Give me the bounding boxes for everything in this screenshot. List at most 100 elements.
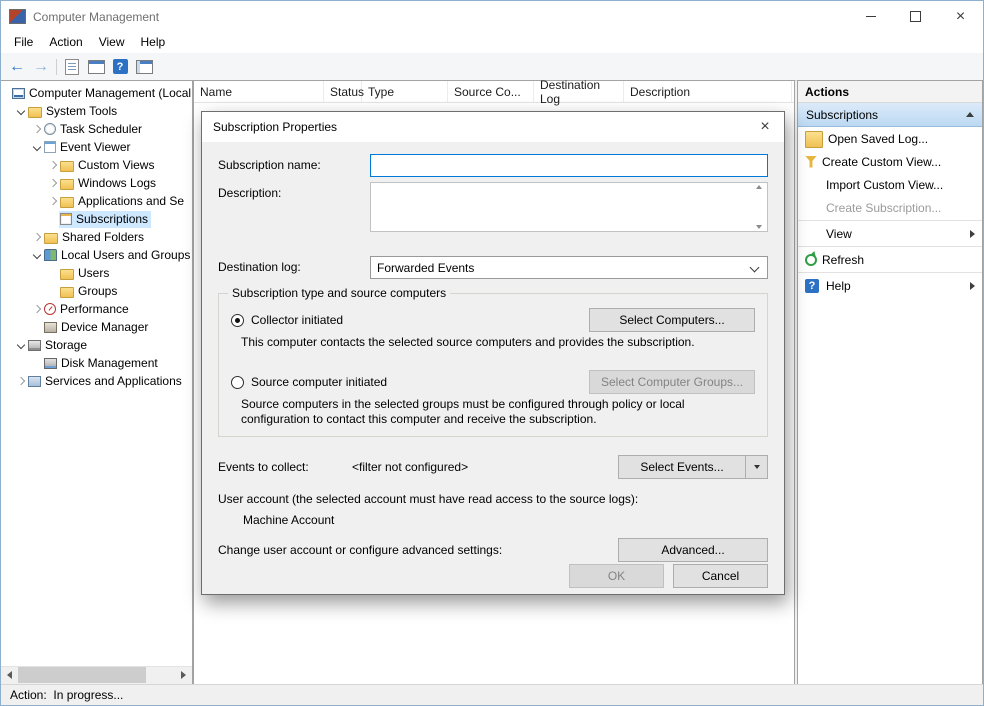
collector-initiated-radio[interactable] bbox=[231, 314, 244, 327]
source-initiated-radio[interactable] bbox=[231, 376, 244, 389]
menu-action[interactable]: Action bbox=[41, 32, 90, 53]
advanced-row: Change user account or configure advance… bbox=[218, 538, 768, 562]
expand-chevron-icon[interactable] bbox=[30, 229, 43, 245]
column-header-type[interactable]: Type bbox=[362, 81, 448, 102]
scroll-down-icon[interactable] bbox=[756, 225, 762, 229]
column-header-label: Type bbox=[368, 85, 394, 99]
column-header-name[interactable]: Name bbox=[194, 81, 324, 102]
titlebar[interactable]: Computer Management bbox=[1, 1, 983, 32]
column-header-status[interactable]: Status bbox=[324, 81, 362, 102]
scroll-up-icon[interactable] bbox=[756, 185, 762, 189]
show-action-pane-button[interactable] bbox=[132, 56, 156, 78]
expand-chevron-icon[interactable] bbox=[46, 175, 59, 191]
select-computer-groups-button: Select Computer Groups... bbox=[589, 370, 755, 394]
maximize-button[interactable] bbox=[893, 1, 938, 32]
scroll-right-button[interactable] bbox=[175, 667, 192, 683]
close-button[interactable] bbox=[938, 1, 983, 32]
collapse-chevron-icon[interactable] bbox=[30, 247, 43, 263]
tree-item-device-manager[interactable]: Device Manager bbox=[1, 318, 192, 336]
column-header-source-computers[interactable]: Source Co... bbox=[448, 81, 534, 102]
export-list-button[interactable] bbox=[60, 56, 84, 78]
close-icon bbox=[760, 119, 769, 135]
destination-log-select[interactable]: Forwarded Events bbox=[370, 256, 768, 279]
action-item-import-custom-view[interactable]: Import Custom View... bbox=[798, 173, 982, 196]
help-button[interactable] bbox=[108, 56, 132, 78]
cancel-button[interactable]: Cancel bbox=[673, 564, 768, 588]
submenu-arrow-icon bbox=[970, 230, 975, 238]
dialog-title: Subscription Properties bbox=[202, 120, 337, 134]
action-item-open-saved-log[interactable]: Open Saved Log... bbox=[798, 127, 982, 150]
dialog-buttons: OK Cancel bbox=[569, 564, 768, 588]
expander-spacer bbox=[30, 319, 43, 335]
expand-chevron-icon[interactable] bbox=[30, 121, 43, 137]
app-logs-icon bbox=[60, 197, 74, 208]
actions-list: Open Saved Log...Create Custom View...Im… bbox=[798, 127, 982, 297]
tree-item-label: Shared Folders bbox=[62, 230, 144, 244]
forward-button[interactable] bbox=[29, 56, 53, 78]
tree-item-label: Computer Management (Local bbox=[29, 86, 191, 100]
select-events-button[interactable]: Select Events... bbox=[618, 455, 768, 479]
tree-item-disk-management[interactable]: Disk Management bbox=[1, 354, 192, 372]
refresh-icon bbox=[805, 254, 817, 266]
expand-chevron-icon[interactable] bbox=[46, 157, 59, 173]
actions-section-subscriptions[interactable]: Subscriptions bbox=[798, 103, 982, 127]
select-computers-button[interactable]: Select Computers... bbox=[589, 308, 755, 332]
tree-item-custom-views[interactable]: Custom Views bbox=[1, 156, 192, 174]
textarea-scrollbar[interactable] bbox=[753, 185, 765, 229]
subscription-name-input[interactable] bbox=[370, 154, 768, 177]
collapse-chevron-icon[interactable] bbox=[14, 103, 27, 119]
tree-item-applications-and-services-logs[interactable]: Applications and Se bbox=[1, 192, 192, 210]
select-events-dropdown[interactable] bbox=[745, 456, 767, 478]
tree-item-event-viewer[interactable]: Event Viewer bbox=[1, 138, 192, 156]
tree-item-groups[interactable]: Groups bbox=[1, 282, 192, 300]
expand-chevron-icon[interactable] bbox=[14, 373, 27, 389]
tree-item-services-and-applications[interactable]: Services and Applications bbox=[1, 372, 192, 390]
advanced-button[interactable]: Advanced... bbox=[618, 538, 768, 562]
tree-item-storage[interactable]: Storage bbox=[1, 336, 192, 354]
tree-item-system-tools[interactable]: System Tools bbox=[1, 102, 192, 120]
menu-file[interactable]: File bbox=[6, 32, 41, 53]
back-arrow-icon bbox=[9, 58, 25, 76]
back-button[interactable] bbox=[5, 56, 29, 78]
column-header-description[interactable]: Description bbox=[624, 81, 792, 102]
tree-item-local-users-and-groups[interactable]: Local Users and Groups bbox=[1, 246, 192, 264]
minimize-button[interactable] bbox=[848, 1, 893, 32]
expander-spacer bbox=[46, 283, 59, 299]
collapse-chevron-icon[interactable] bbox=[30, 139, 43, 155]
tree-item-subscriptions[interactable]: Subscriptions bbox=[1, 210, 192, 228]
column-header-label: Name bbox=[200, 85, 232, 99]
dialog-titlebar[interactable]: Subscription Properties bbox=[202, 112, 784, 142]
action-item-help[interactable]: Help bbox=[798, 274, 982, 297]
tree-item-computer-management[interactable]: Computer Management (Local bbox=[1, 84, 192, 102]
tree-item-performance[interactable]: Performance bbox=[1, 300, 192, 318]
console-tree-pane: Computer Management (Local System ToolsTa… bbox=[1, 80, 193, 685]
tree-item-windows-logs[interactable]: Windows Logs bbox=[1, 174, 192, 192]
scroll-left-button[interactable] bbox=[1, 667, 18, 683]
collector-initiated-row: Collector initiated Select Computers... bbox=[231, 308, 755, 332]
scrollbar-thumb[interactable] bbox=[18, 667, 146, 683]
expander-spacer bbox=[46, 265, 59, 281]
show-console-tree-button[interactable] bbox=[84, 56, 108, 78]
tree-item-core: Event Viewer bbox=[43, 139, 133, 156]
tree-item-task-scheduler[interactable]: Task Scheduler bbox=[1, 120, 192, 138]
tree-item-label: Users bbox=[78, 266, 109, 280]
menu-help[interactable]: Help bbox=[133, 32, 174, 53]
column-header-destination-log[interactable]: Destination Log bbox=[534, 81, 624, 102]
tree-item-shared-folders[interactable]: Shared Folders bbox=[1, 228, 192, 246]
action-item-refresh[interactable]: Refresh bbox=[798, 248, 982, 271]
collapse-section-icon[interactable] bbox=[966, 112, 974, 117]
menu-view[interactable]: View bbox=[91, 32, 133, 53]
tree-horizontal-scrollbar[interactable] bbox=[1, 666, 192, 684]
subscription-type-group: Subscription type and source computers C… bbox=[218, 293, 768, 437]
window-pane-icon bbox=[136, 60, 153, 74]
action-item-create-custom-view[interactable]: Create Custom View... bbox=[798, 150, 982, 173]
collapse-chevron-icon[interactable] bbox=[14, 337, 27, 353]
dialog-close-button[interactable] bbox=[746, 112, 784, 142]
expand-chevron-icon[interactable] bbox=[46, 193, 59, 209]
action-item-view[interactable]: View bbox=[798, 222, 982, 245]
subscription-name-label: Subscription name: bbox=[218, 154, 370, 177]
tree-item-users[interactable]: Users bbox=[1, 264, 192, 282]
expand-chevron-icon[interactable] bbox=[30, 301, 43, 317]
description-textarea[interactable] bbox=[370, 182, 768, 232]
expander-spacer bbox=[30, 355, 43, 371]
